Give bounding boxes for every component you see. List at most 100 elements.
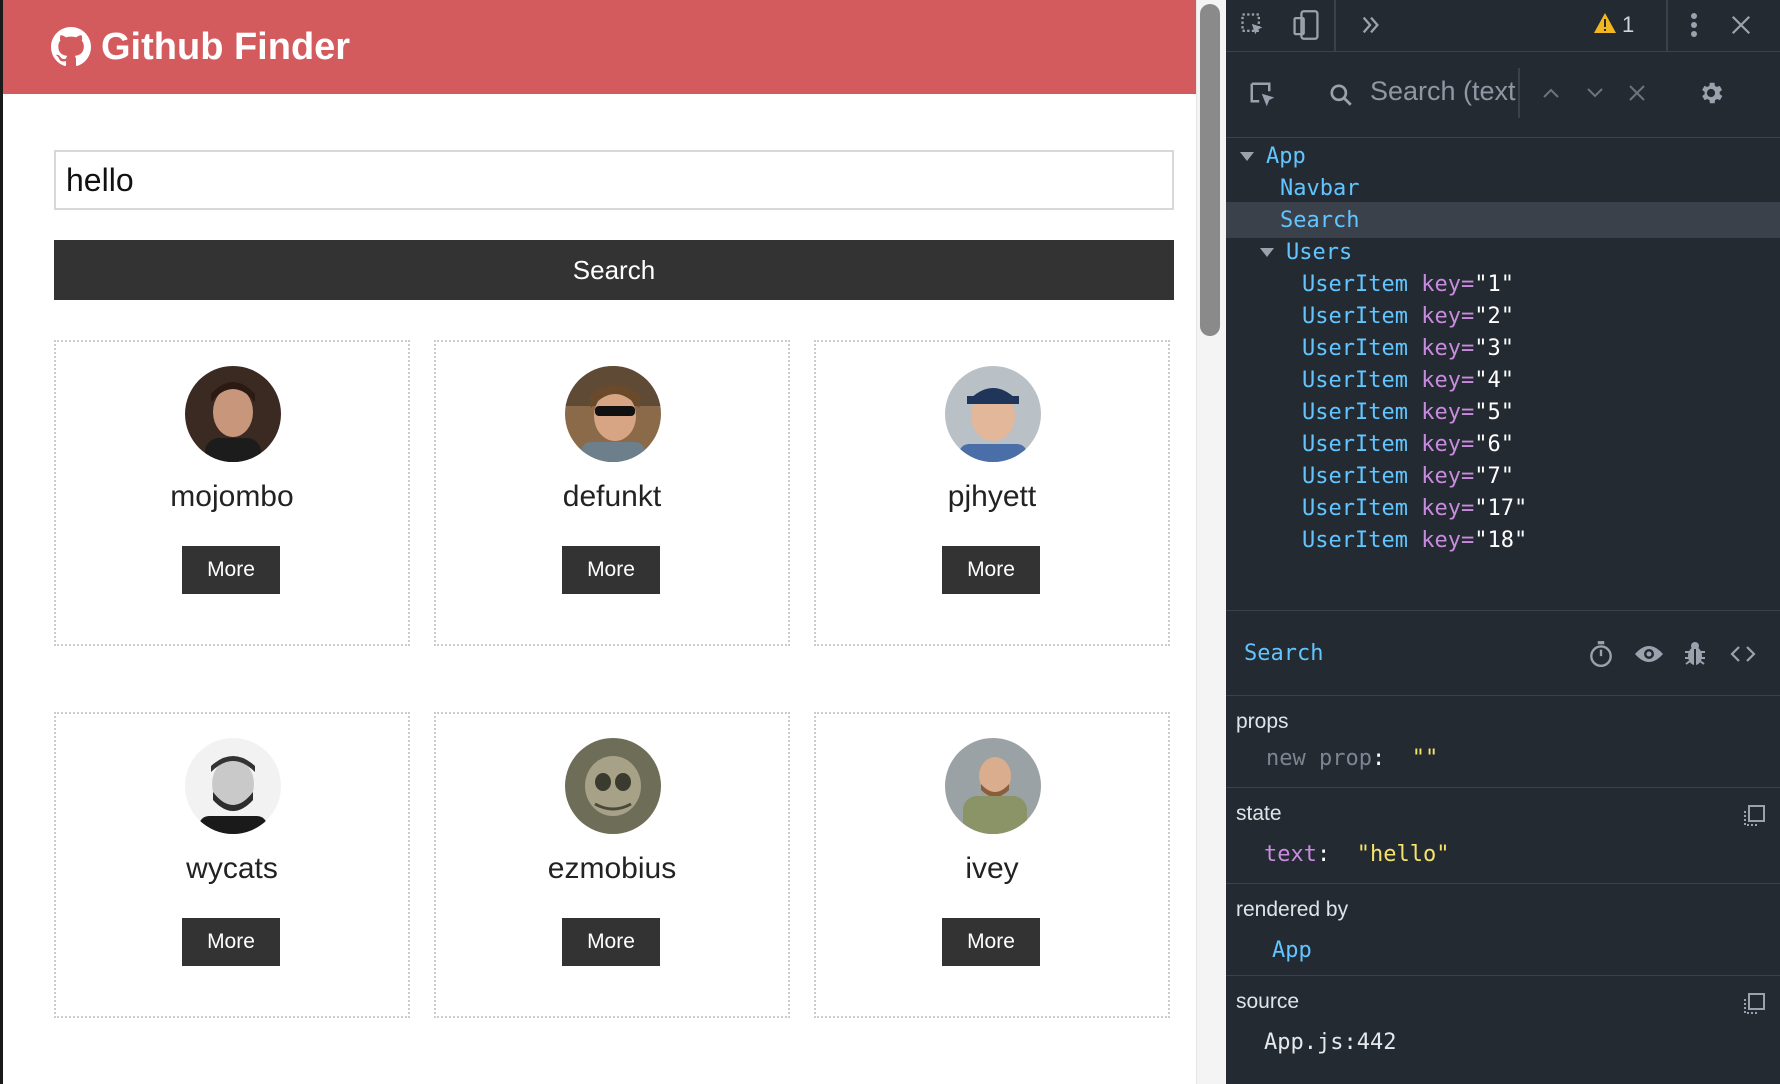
search-button[interactable]: Search <box>54 240 1174 300</box>
new-prop-key[interactable]: new prop <box>1266 746 1372 771</box>
key-quote: " <box>1474 303 1488 329</box>
tree-node-navbar[interactable]: Navbar <box>1226 170 1780 206</box>
colon: : <box>1316 842 1331 867</box>
key-quote: " <box>1500 431 1514 457</box>
tree-node-app[interactable]: App <box>1226 138 1780 174</box>
warning-count[interactable]: 1 <box>1622 12 1634 38</box>
avatar <box>945 738 1041 834</box>
avatar <box>185 366 281 462</box>
new-prop-value[interactable]: "" <box>1412 746 1439 771</box>
more-button[interactable]: More <box>182 546 280 594</box>
search-input[interactable] <box>54 150 1174 210</box>
key-quote: " <box>1474 431 1488 457</box>
key-attr: key= <box>1421 335 1475 361</box>
key-attr: key= <box>1421 431 1475 457</box>
more-button[interactable]: More <box>942 546 1040 594</box>
rendered-by-section: rendered by App <box>1226 884 1780 976</box>
more-button[interactable]: More <box>942 918 1040 966</box>
tree-node-search[interactable]: Search <box>1226 202 1780 238</box>
tree-node-useritem[interactable]: UserItem key= " 17 " <box>1226 490 1780 526</box>
device-toolbar-icon[interactable] <box>1290 8 1322 42</box>
scrollbar-thumb[interactable] <box>1200 4 1220 336</box>
select-element-icon[interactable] <box>1246 78 1280 112</box>
component-tree: App Navbar Search Users UserItem key= " 1 "… <box>1226 138 1780 610</box>
key-value: 18 <box>1487 527 1514 553</box>
warning-icon[interactable] <box>1592 10 1618 36</box>
tree-node-useritem[interactable]: UserItem key= " 18 " <box>1226 522 1780 558</box>
key-quote: " <box>1513 495 1528 521</box>
tree-node-users[interactable]: Users <box>1226 234 1780 270</box>
more-tabs-icon[interactable] <box>1356 10 1386 40</box>
copy-icon[interactable] <box>1742 992 1766 1016</box>
key-value: 7 <box>1487 463 1501 489</box>
devtools-topbar: 1 <box>1226 0 1780 52</box>
react-devtools-panel: 1 Search (text App Navbar Search Users U… <box>1226 0 1780 1084</box>
settings-gear-icon[interactable] <box>1696 78 1726 108</box>
kebab-menu-icon[interactable] <box>1686 10 1702 40</box>
key-quote: " <box>1500 271 1514 297</box>
view-source-icon[interactable] <box>1726 639 1760 669</box>
component-name: UserItem <box>1302 335 1408 361</box>
user-card: pjhyett More <box>814 340 1170 646</box>
avatar <box>565 738 661 834</box>
source-section: source App.js:442 <box>1226 976 1780 1084</box>
clear-search-icon[interactable] <box>1624 80 1650 106</box>
component-name: UserItem <box>1302 271 1408 297</box>
rendered-by-link[interactable]: App <box>1272 938 1312 963</box>
tree-node-useritem[interactable]: UserItem key= " 4 " <box>1226 362 1780 398</box>
key-quote: " <box>1500 303 1514 329</box>
avatar <box>945 366 1041 462</box>
window-edge <box>0 0 3 1084</box>
copy-icon[interactable] <box>1742 804 1766 828</box>
user-login: ezmobius <box>547 852 677 885</box>
new-prop-row[interactable]: new prop: "" <box>1266 746 1438 771</box>
more-button[interactable]: More <box>562 546 660 594</box>
toolbar-divider <box>1666 0 1668 52</box>
key-attr: key= <box>1421 463 1475 489</box>
toolbar-divider <box>1334 0 1336 52</box>
eye-icon[interactable] <box>1632 639 1666 669</box>
key-value: 4 <box>1487 367 1501 393</box>
key-quote: " <box>1474 399 1488 425</box>
inspected-component-name: Search <box>1244 641 1324 666</box>
tree-node-useritem[interactable]: UserItem key= " 2 " <box>1226 298 1780 334</box>
state-value[interactable]: "hello" <box>1357 842 1450 867</box>
app-viewport: Github Finder Search mojombo More defunk… <box>0 0 1196 1084</box>
key-attr: key= <box>1421 527 1475 553</box>
user-card: mojombo More <box>54 340 410 646</box>
key-value: 5 <box>1487 399 1501 425</box>
navbar: Github Finder <box>3 0 1196 94</box>
user-login: pjhyett <box>947 480 1037 513</box>
source-location[interactable]: App.js:442 <box>1264 1030 1396 1055</box>
key-value: 3 <box>1487 335 1501 361</box>
state-key: text <box>1264 842 1317 867</box>
more-button[interactable]: More <box>562 918 660 966</box>
key-quote: " <box>1474 495 1488 521</box>
expand-triangle-icon[interactable] <box>1240 151 1254 161</box>
component-name: Search <box>1280 207 1360 233</box>
chevron-up-icon[interactable] <box>1538 80 1564 106</box>
expand-triangle-icon[interactable] <box>1260 247 1274 257</box>
bug-icon[interactable] <box>1680 639 1710 669</box>
component-name: Users <box>1286 239 1353 265</box>
user-card: ezmobius More <box>434 712 790 1018</box>
component-name: UserItem <box>1302 303 1408 329</box>
colon: : <box>1371 746 1386 771</box>
section-label: state <box>1236 802 1282 825</box>
tree-node-useritem[interactable]: UserItem key= " 6 " <box>1226 426 1780 462</box>
close-icon[interactable] <box>1726 10 1756 40</box>
key-value: 2 <box>1487 303 1501 329</box>
chevron-down-icon[interactable] <box>1582 80 1608 106</box>
stopwatch-icon[interactable] <box>1586 639 1616 669</box>
components-toolbar: Search (text <box>1226 52 1780 138</box>
tree-node-useritem[interactable]: UserItem key= " 7 " <box>1226 458 1780 494</box>
tree-node-useritem[interactable]: UserItem key= " 1 " <box>1226 266 1780 302</box>
component-search-input[interactable]: Search (text <box>1370 76 1516 107</box>
key-quote: " <box>1500 399 1514 425</box>
key-quote: " <box>1474 367 1488 393</box>
more-button[interactable]: More <box>182 918 280 966</box>
tree-node-useritem[interactable]: UserItem key= " 5 " <box>1226 394 1780 430</box>
state-row[interactable]: text: "hello" <box>1264 842 1449 867</box>
tree-node-useritem[interactable]: UserItem key= " 3 " <box>1226 330 1780 366</box>
element-picker-icon[interactable] <box>1238 10 1268 40</box>
